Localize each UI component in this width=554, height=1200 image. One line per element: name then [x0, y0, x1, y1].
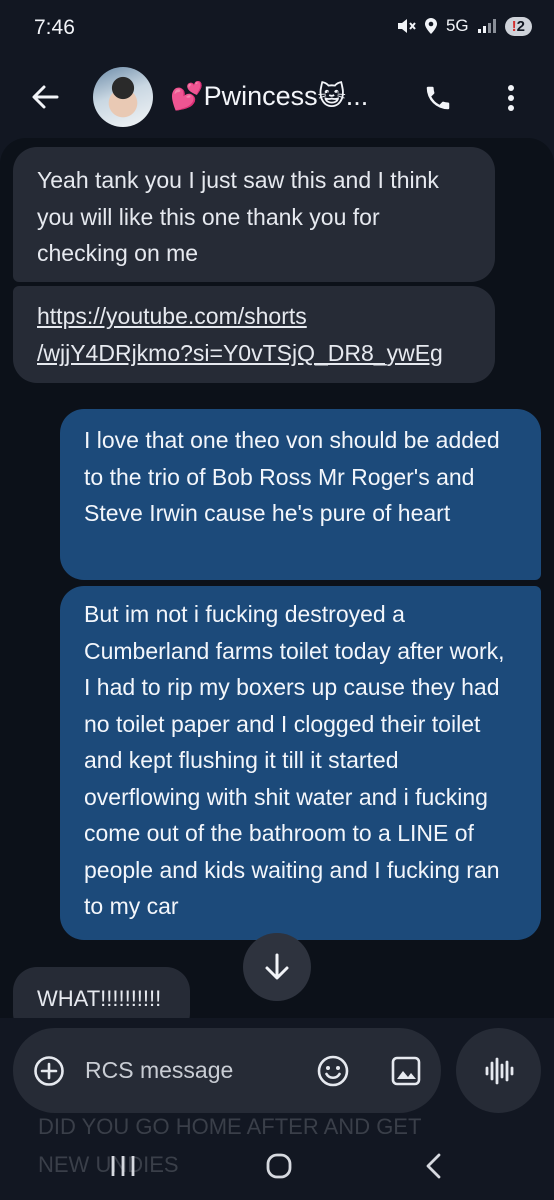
recent-apps-icon[interactable] [110, 1154, 136, 1183]
add-circle-icon[interactable] [33, 1055, 65, 1092]
more-vert-icon[interactable] [494, 78, 528, 118]
message-list[interactable]: Yeah tank you I just saw this and I thin… [0, 138, 554, 1018]
status-icons: 5G !2 [396, 16, 532, 36]
back-arrow-icon[interactable] [28, 80, 62, 114]
contact-name[interactable]: 💕Pwincess😺... [170, 80, 368, 112]
message-bubble-incoming[interactable]: WHAT!!!!!!!!!! [13, 967, 190, 1018]
phone-icon[interactable] [418, 78, 458, 118]
location-icon [424, 17, 438, 35]
voice-waveform-icon [485, 1057, 513, 1084]
home-icon[interactable] [266, 1152, 292, 1185]
message-bubble-outgoing[interactable]: But im not i fucking destroyed a Cumberl… [60, 586, 541, 940]
voice-message-button[interactable] [456, 1028, 541, 1113]
notification-badge: !2 [504, 16, 532, 36]
mute-icon [396, 17, 416, 35]
message-bubble-incoming[interactable]: Yeah tank you I just saw this and I thin… [13, 147, 495, 282]
signal-icon [477, 18, 497, 34]
status-bar: 7:46 5G !2 [0, 0, 554, 58]
message-input[interactable] [85, 1050, 295, 1090]
nav-back-icon[interactable] [424, 1152, 442, 1185]
gallery-icon[interactable] [390, 1055, 422, 1092]
system-nav-bar [0, 1130, 554, 1200]
compose-bar [13, 1028, 441, 1113]
avatar[interactable] [93, 67, 153, 127]
scroll-to-bottom-button[interactable] [243, 933, 311, 1001]
message-bubble-outgoing[interactable]: I love that one theo von should be added… [60, 409, 541, 580]
youtube-link[interactable]: https://youtube.com/shorts [37, 303, 307, 329]
status-time: 7:46 [34, 16, 75, 39]
youtube-link-continued[interactable]: /wjjY4DRjkmo?si=Y0vTSjQ_DR8_ywEg [37, 340, 443, 366]
message-bubble-incoming-link[interactable]: https://youtube.com/shorts /wjjY4DRjkmo?… [13, 286, 495, 383]
network-label: 5G [445, 16, 469, 35]
conversation-header: 💕Pwincess😺... [0, 58, 554, 138]
arrow-down-icon [265, 953, 289, 980]
emoji-icon[interactable] [316, 1054, 350, 1093]
